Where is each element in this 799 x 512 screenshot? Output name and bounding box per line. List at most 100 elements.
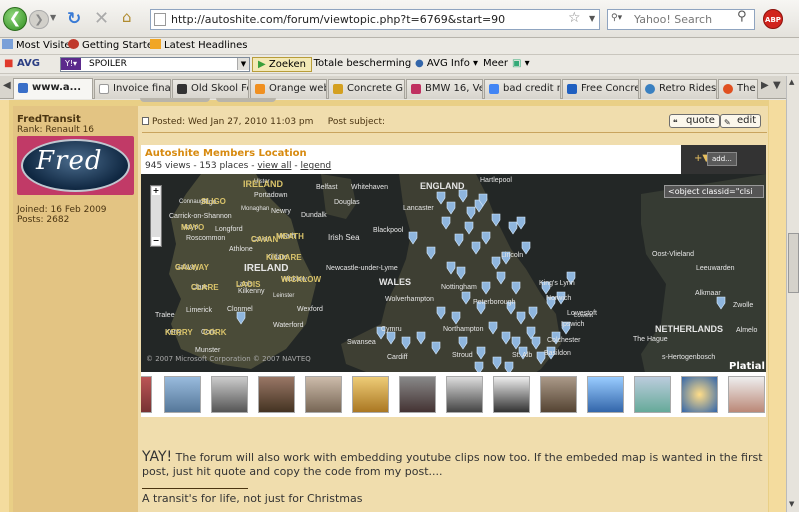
- history-dropdown-icon[interactable]: ▼: [50, 13, 56, 22]
- thumbnail[interactable]: [540, 376, 577, 413]
- tab-bad-credit[interactable]: bad credit m...: [484, 79, 561, 99]
- joined-date: Joined: 16 Feb 2009: [17, 205, 107, 215]
- zoom-control[interactable]: + −: [150, 185, 162, 247]
- map-place-label: Colchester: [547, 337, 581, 344]
- thumbnail[interactable]: [399, 376, 436, 413]
- tab-scroll-left-icon[interactable]: ◀: [3, 80, 11, 91]
- search-dropdown-icon[interactable]: ▼: [237, 58, 249, 70]
- zoom-out-icon[interactable]: −: [152, 237, 160, 245]
- meer-button[interactable]: Meer: [483, 55, 508, 73]
- tab-bmw[interactable]: BMW 16, Ve...: [406, 79, 483, 99]
- scroll-down-icon[interactable]: ▼: [789, 500, 794, 508]
- protection-button[interactable]: ■ Totale bescherming: [301, 55, 411, 73]
- zoeken-button[interactable]: ▶ Zoeken: [252, 57, 312, 72]
- tab-favicon-icon: [255, 84, 265, 94]
- thumbnail[interactable]: [446, 376, 483, 413]
- thumbnail[interactable]: [681, 376, 718, 413]
- map-views: 945 views - 153 places -: [145, 161, 258, 171]
- map-place-label: Tralee: [155, 312, 175, 319]
- search-icon[interactable]: ⚲: [737, 9, 747, 24]
- legend-link[interactable]: legend: [300, 161, 331, 171]
- tab-autoshite[interactable]: www.a...: [13, 78, 93, 99]
- forward-button[interactable]: ❯: [29, 10, 49, 29]
- view-all-link[interactable]: view all: [257, 161, 291, 171]
- search-input[interactable]: Yahoo! Search: [607, 9, 755, 30]
- thumbnail[interactable]: [352, 376, 389, 413]
- map-place-label: Swansea: [347, 339, 376, 346]
- map-place-label: Munster: [195, 347, 221, 354]
- map-place-label: Almelo: [736, 327, 758, 334]
- map-canvas[interactable]: IRELAND ENGLAND WALES NETHERLANDS Hartlepool…: [141, 174, 766, 401]
- home-icon[interactable]: ⌂: [122, 8, 132, 26]
- reload-icon[interactable]: ↻: [67, 9, 81, 29]
- bookmark-most-visited[interactable]: Most Visited: [2, 38, 77, 54]
- page-icon: [154, 13, 166, 26]
- map-place-label: Peterborough: [473, 299, 516, 306]
- map-title[interactable]: Autoshite Members Location: [145, 148, 307, 159]
- avg-search-field[interactable]: SPOILER: [60, 57, 250, 72]
- scroll-up-icon[interactable]: ▲: [789, 78, 794, 86]
- map-place-label: Newcastle-under-Lyme: [326, 265, 398, 272]
- thumbnail[interactable]: [258, 376, 295, 413]
- thumbnail[interactable]: [587, 376, 624, 413]
- thumbnail[interactable]: [305, 376, 342, 413]
- map-place-label: KILDARE: [266, 253, 302, 262]
- stop-icon[interactable]: ✕: [94, 8, 109, 29]
- adblock-icon[interactable]: ABP: [763, 9, 783, 29]
- tab-label: bad credit m...: [503, 83, 560, 94]
- thumbnail[interactable]: [728, 376, 765, 413]
- tab-retro-rides[interactable]: Retro Rides ...: [640, 79, 717, 99]
- map-place-label: Cardiff: [387, 354, 408, 361]
- url-dropdown-icon[interactable]: ▼: [589, 14, 595, 23]
- tab-the[interactable]: The: [718, 79, 758, 99]
- back-arrow-icon: ❮: [8, 9, 22, 27]
- vertical-scrollbar[interactable]: ▲ ▼: [786, 76, 799, 512]
- map-copyright: © 2007 Microsoft Corporation © 2007 NAVT…: [146, 355, 311, 363]
- bookmarks-bar: Most Visited Getting Started Latest Head…: [0, 38, 799, 55]
- avg-logo[interactable]: ■ AVG: [4, 55, 40, 73]
- map-place-label: Whitehaven: [351, 184, 388, 191]
- scrollbar-thumb[interactable]: [788, 233, 799, 293]
- bookmark-getting-started[interactable]: Getting Started: [68, 38, 159, 54]
- map-place-label: Kilkenny: [238, 288, 265, 295]
- search-engine-icon[interactable]: ⚲▾: [611, 13, 622, 23]
- post-author-name[interactable]: FredTransit: [17, 114, 81, 125]
- previous-post-button-edge: [216, 98, 276, 102]
- tab-concrete[interactable]: Concrete G...: [328, 79, 405, 99]
- avg-info-button[interactable]: ● AVG Info ▾: [415, 55, 478, 73]
- map-place-label: Norwich: [546, 295, 571, 302]
- map-stats: 945 views - 153 places - view all - lege…: [145, 161, 331, 171]
- map-place-label: MEATH: [276, 232, 304, 241]
- thumbnail[interactable]: [634, 376, 671, 413]
- back-button[interactable]: ❮: [3, 7, 27, 31]
- map-place-label: Waterford: [273, 322, 304, 329]
- map-place-label: Oost-Vlieland: [652, 251, 694, 258]
- tab-old-skool[interactable]: Old Skool Fo...: [172, 79, 249, 99]
- add-button[interactable]: add...: [707, 152, 737, 166]
- tab-orange[interactable]: Orange web...: [250, 79, 327, 99]
- edit-button[interactable]: ✎ edit: [720, 114, 762, 128]
- thumbnail[interactable]: [211, 376, 248, 413]
- avatar-text: Fred: [36, 146, 103, 176]
- bookmark-star-icon[interactable]: ☆: [568, 10, 581, 26]
- yahoo-icon[interactable]: Y!▾: [61, 58, 81, 70]
- thumbnail[interactable]: [493, 376, 530, 413]
- zoom-in-icon[interactable]: +: [152, 187, 160, 195]
- tab-list-icon[interactable]: ▼: [773, 80, 781, 91]
- quote-button[interactable]: ❝ quote: [669, 114, 720, 128]
- map-place-label: Stroud: [452, 352, 473, 359]
- embedded-map[interactable]: IRELAND ENGLAND WALES NETHERLANDS Hartlepool…: [141, 145, 766, 417]
- map-place-label: Irish Sea: [328, 233, 360, 242]
- tab-invoice[interactable]: Invoice fina...: [94, 79, 171, 99]
- thumbnail[interactable]: [164, 376, 201, 413]
- author-rank: Rank: Renault 16: [17, 125, 95, 135]
- map-place-label: Clonmel: [227, 306, 253, 313]
- post-divider: [142, 132, 767, 133]
- toolbar-extra-icon[interactable]: ▣ ▾: [512, 55, 530, 73]
- thumbnail[interactable]: [141, 376, 152, 413]
- tab-scroll-right-icon[interactable]: ▶: [761, 80, 769, 91]
- platial-logo: Platial: [729, 361, 765, 372]
- address-bar[interactable]: http://autoshite.com/forum/viewtopic.php…: [150, 9, 600, 30]
- bookmark-latest-headlines[interactable]: Latest Headlines: [150, 38, 248, 54]
- tab-free-concrete[interactable]: Free Concre...: [562, 79, 639, 99]
